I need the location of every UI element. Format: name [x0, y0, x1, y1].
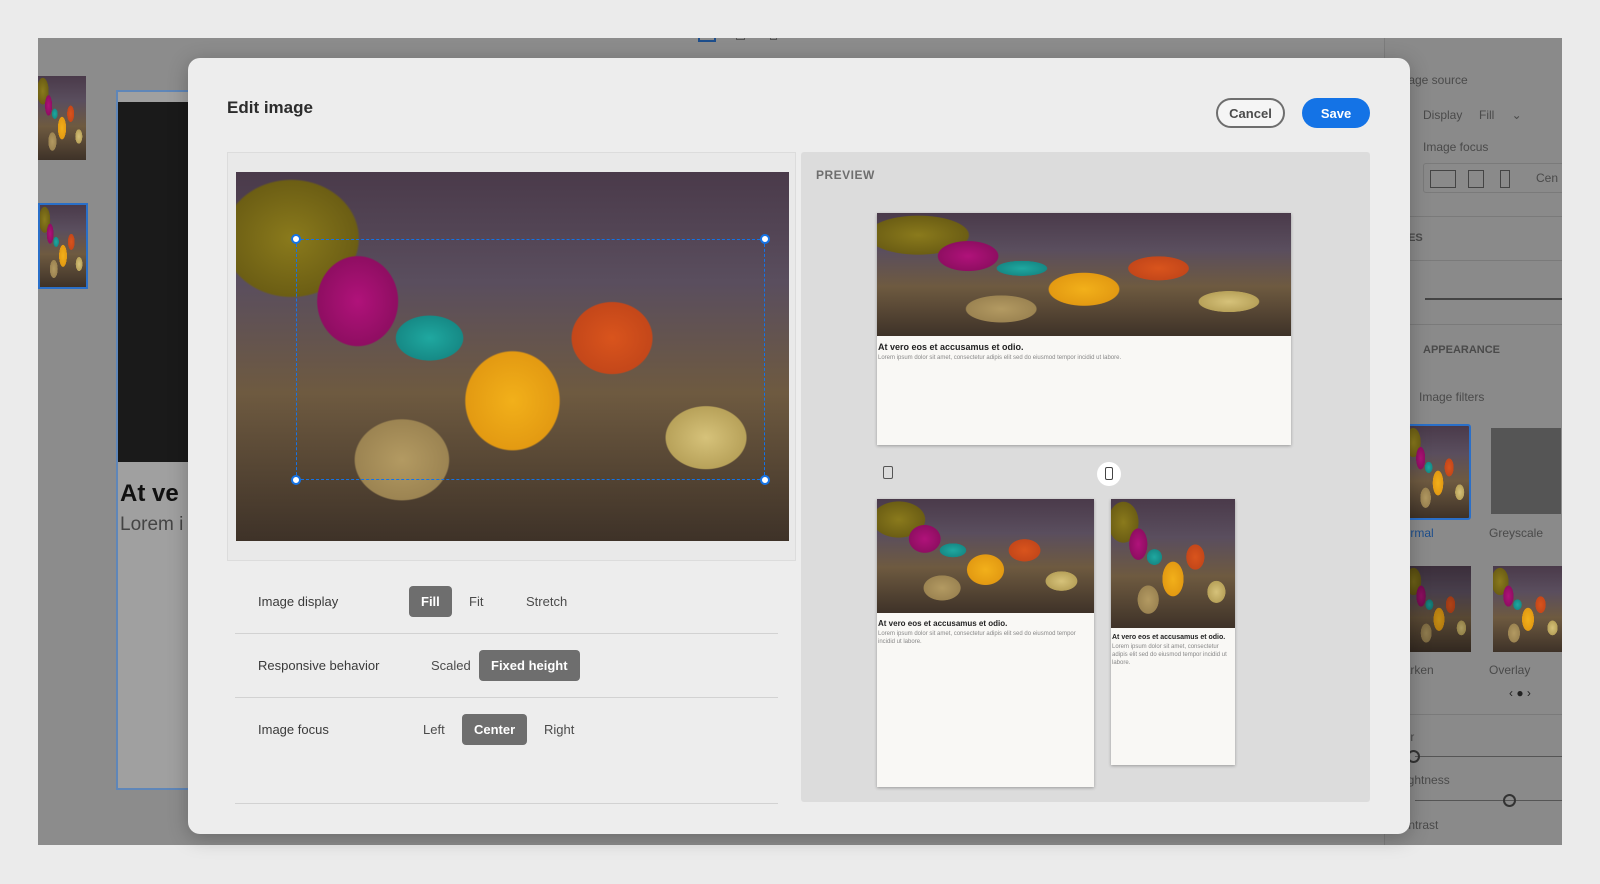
filter-normal[interactable]: [1405, 424, 1471, 520]
save-button[interactable]: Save: [1302, 98, 1370, 128]
portrait-icon[interactable]: [1500, 170, 1510, 188]
edit-image-dialog: Edit image Cancel Save Image display Fil…: [188, 58, 1410, 834]
crop-handle-top-left[interactable]: [291, 234, 301, 244]
desktop-preview-card: At vero eos et accusamus et odio. Lorem …: [877, 213, 1291, 445]
canvas-heading: At ve: [120, 480, 179, 507]
stretch-option[interactable]: Stretch: [514, 586, 579, 617]
fit-option[interactable]: Fit: [457, 586, 495, 617]
crop-handle-bottom-left[interactable]: [291, 475, 301, 485]
preview-panel: PREVIEW At vero eos et accusamus et odio…: [801, 152, 1370, 802]
right-option[interactable]: Right: [532, 714, 586, 745]
scaled-option[interactable]: Scaled: [419, 650, 483, 681]
right-panel: Image source Display Fill ⌄ Image focus …: [1384, 38, 1562, 845]
option-responsive-behavior: Responsive behavior Scaled Fixed height: [235, 634, 778, 698]
mobile-preview-card: At vero eos et accusamus et odio. Lorem …: [1111, 499, 1235, 765]
mobile-icon[interactable]: [1097, 462, 1121, 486]
canvas-body: Lorem i: [120, 514, 184, 535]
states-slider[interactable]: [1425, 298, 1562, 300]
blur-slider[interactable]: [1407, 750, 1562, 763]
crop-handle-bottom-right[interactable]: [760, 475, 770, 485]
square-icon[interactable]: [1468, 170, 1484, 188]
image-editor: [227, 152, 796, 561]
filter-pagination[interactable]: ‹ ● ›: [1509, 686, 1531, 700]
crop-handle-top-right[interactable]: [760, 234, 770, 244]
desktop-icon[interactable]: [698, 38, 716, 42]
fill-option[interactable]: Fill: [409, 586, 452, 617]
cancel-button[interactable]: Cancel: [1216, 98, 1285, 128]
brightness-slider[interactable]: [1415, 794, 1562, 807]
mobile-icon[interactable]: [770, 38, 777, 40]
tablet-icon[interactable]: [736, 38, 745, 40]
filter-overlay[interactable]: [1493, 566, 1562, 652]
thumbnail[interactable]: [38, 76, 86, 160]
filter-greyscale[interactable]: [1491, 428, 1561, 514]
tablet-preview-card: At vero eos et accusamus et odio. Lorem …: [877, 499, 1094, 787]
left-option[interactable]: Left: [411, 714, 457, 745]
edit-image: [236, 172, 789, 541]
center-option[interactable]: Center: [462, 714, 528, 745]
chevron-down-icon: ⌄: [1511, 108, 1522, 122]
display-select[interactable]: Fill ⌄: [1479, 108, 1522, 122]
fixed-height-option[interactable]: Fixed height: [479, 650, 580, 681]
crop-box[interactable]: [291, 234, 770, 485]
filter-darken[interactable]: [1407, 566, 1471, 652]
tablet-icon[interactable]: [883, 466, 893, 479]
dialog-title: Edit image: [227, 98, 313, 117]
option-image-focus: Image focus Left Center Right: [235, 698, 778, 804]
image-focus-control[interactable]: Cen: [1423, 163, 1562, 193]
option-image-display: Image display Fill Fit Stretch: [235, 570, 778, 634]
device-toolbar: [690, 38, 800, 46]
thumbnail-selected[interactable]: [38, 203, 88, 289]
landscape-icon[interactable]: [1430, 170, 1456, 188]
preview-label: PREVIEW: [816, 168, 875, 182]
